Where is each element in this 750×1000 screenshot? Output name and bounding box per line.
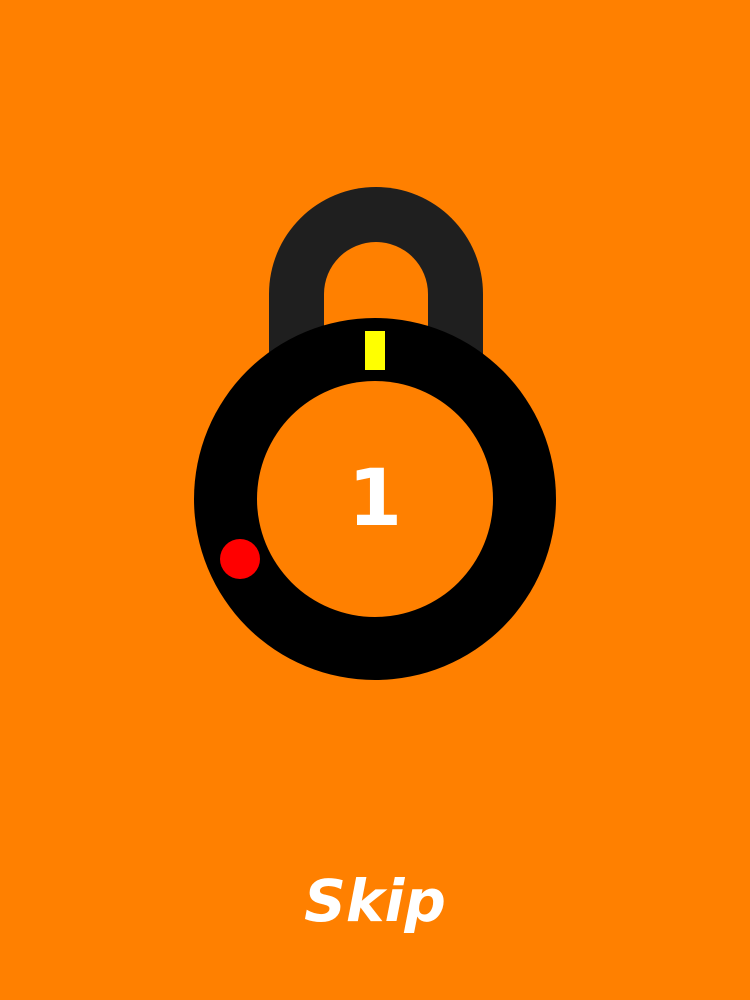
remaining-count: 1 bbox=[347, 454, 403, 544]
game-screen[interactable]: 1 Skip bbox=[0, 0, 750, 1000]
skip-button[interactable]: Skip bbox=[0, 872, 750, 930]
target-dot-icon bbox=[220, 539, 260, 579]
needle-marker-icon bbox=[365, 331, 385, 370]
